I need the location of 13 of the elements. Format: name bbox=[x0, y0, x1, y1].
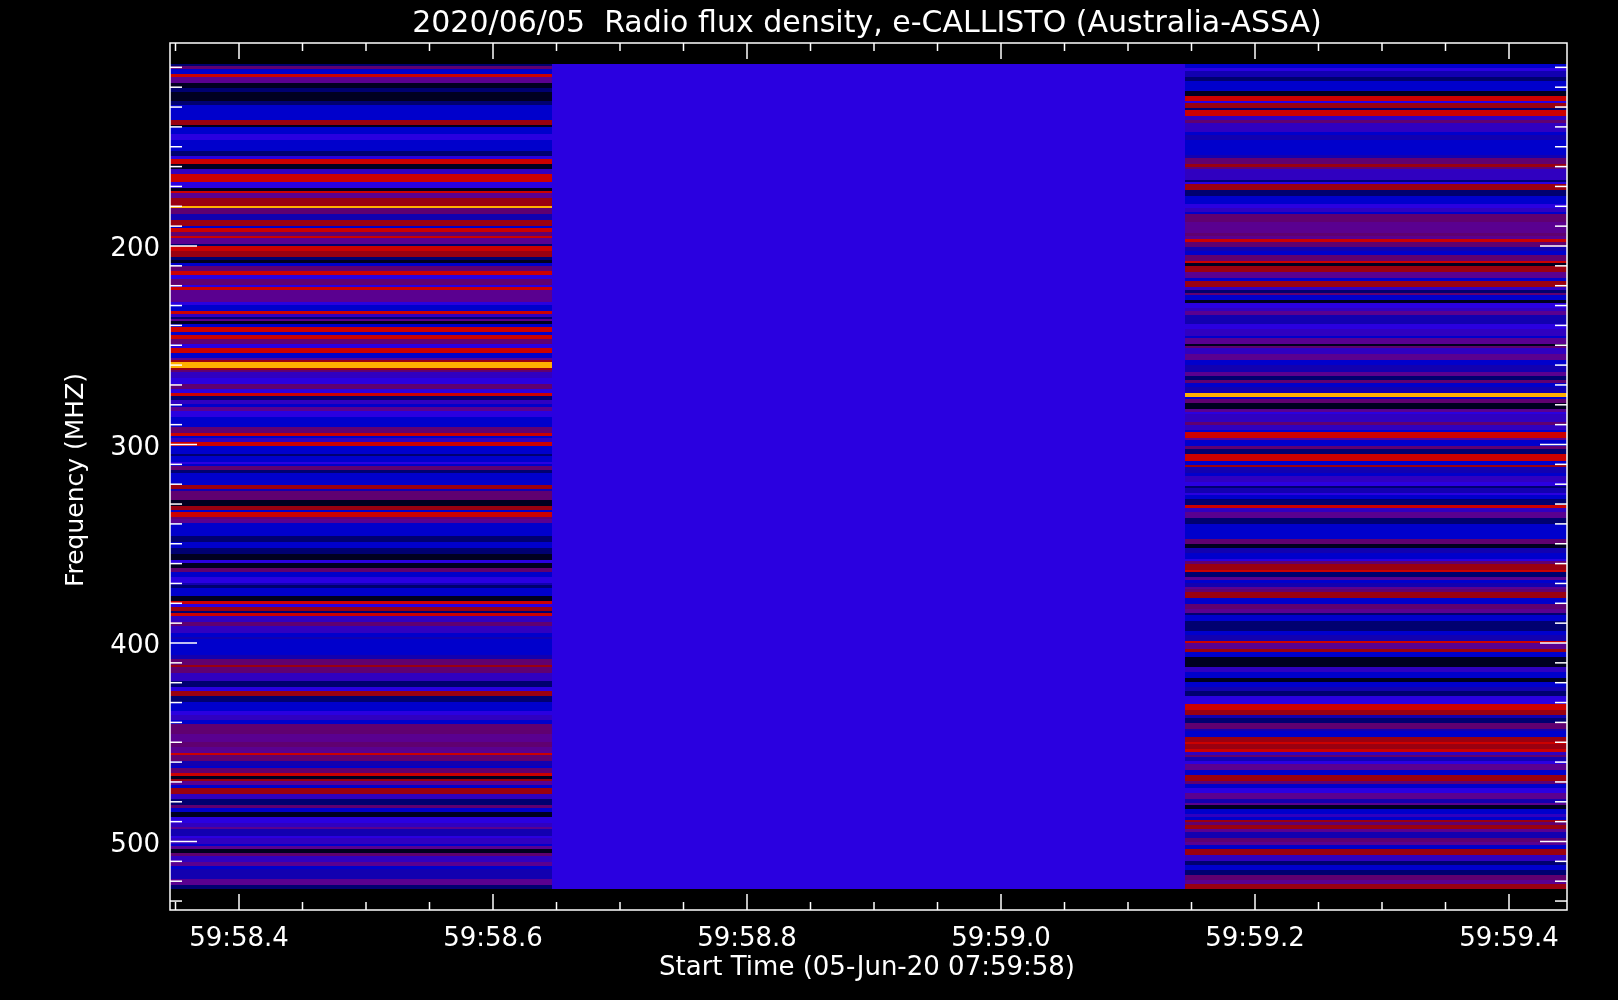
y-axis-label: Frequency (MHZ) bbox=[60, 372, 89, 588]
x-tick-label: 59:59.2 bbox=[1205, 922, 1305, 952]
x-tick-label: 59:59.4 bbox=[1459, 922, 1559, 952]
x-tick-label: 59:59.0 bbox=[951, 922, 1051, 952]
y-tick-label: 400 bbox=[110, 629, 160, 659]
x-tick-label: 59:58.8 bbox=[697, 922, 797, 952]
chart-title: 2020/06/05 Radio flux density, e-CALLISTO (Australia-ASSA) bbox=[412, 4, 1322, 39]
x-tick-label: 59:58.4 bbox=[189, 922, 289, 952]
y-tick-label: 300 bbox=[110, 430, 160, 461]
y-tick-label: 200 bbox=[110, 232, 160, 262]
x-axis-label: Start Time (05-Jun-20 07:59:58) bbox=[659, 951, 1075, 981]
y-tick-label: 500 bbox=[110, 827, 160, 858]
x-tick-label: 59:58.6 bbox=[443, 922, 543, 952]
